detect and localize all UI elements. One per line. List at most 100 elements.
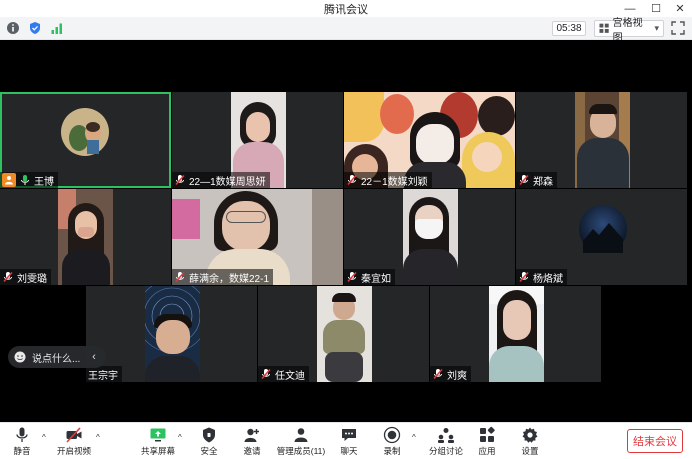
chat-input-pill[interactable]: 说点什么... ‹ [8,346,106,368]
record-button[interactable]: 录制 [372,426,412,458]
participant-name: 任文迪 [275,370,305,382]
participant-tile[interactable]: 秦宜如 [344,189,515,285]
participant-tile[interactable]: 任文迪 [258,286,429,382]
participant-name: 22—1数媒周思妍 [189,176,266,188]
chevron-left-icon[interactable]: ‹ [86,349,102,365]
avatar [579,205,627,253]
bottom-toolbar: 静音 ^ 开启视频 ^ 共享屏幕 ^ 安全 邀请 管理成员(11) 聊天 录制 … [0,422,692,459]
manage-members-label: 管理成员(11) [276,446,326,456]
invite-button[interactable]: 邀请 [232,426,272,458]
video-options-caret[interactable]: ^ [96,433,104,442]
participant-name: 王博 [34,176,54,188]
participant-tile[interactable]: 郑森 [516,92,687,188]
participant-name-bar: 薛满余，数媒22-1 [172,269,274,285]
participant-name-bar: 刘爽 [430,366,471,382]
chat-icon [342,429,356,441]
signal-icon[interactable] [50,21,64,35]
info-icon[interactable] [6,21,20,35]
person-icon [5,176,13,185]
participant-name: 22－1数媒刘颖 [361,176,428,188]
camera-feed [489,286,544,382]
mute-label: 静音 [13,446,31,456]
window-title: 腾讯会议 [324,4,368,16]
record-label: 录制 [383,446,401,456]
microphone-muted-icon [261,369,271,379]
participant-tile[interactable]: 王宗宇 [86,286,257,382]
mute-options-caret[interactable]: ^ [42,433,50,442]
participant-name: 郑森 [533,176,553,188]
gear-icon [522,427,538,443]
microphone-icon [16,427,28,442]
participant-tile[interactable]: 杨烙斌 [516,189,687,285]
participant-name: 杨烙斌 [533,273,563,285]
security-label: 安全 [200,446,218,456]
participant-name-bar: 王宗宇 [86,366,122,382]
record-options-caret[interactable]: ^ [412,433,420,442]
microphone-muted-icon [347,272,357,282]
microphone-icon [21,175,29,185]
camera-feed [58,189,113,285]
title-bar: 腾讯会议 — ☐ ✕ [0,0,692,17]
end-meeting-button[interactable]: 结束会议 [627,429,683,453]
breakout-icon [438,428,454,443]
apps-button[interactable]: 应用 [467,426,507,458]
chevron-down-icon: ▾ [654,23,659,33]
manage-members-button[interactable]: 管理成员(11) [275,426,327,458]
participant-name: 王宗宇 [88,370,118,382]
settings-label: 设置 [521,446,539,456]
breakout-rooms-label: 分组讨论 [428,446,463,456]
emoji-icon[interactable] [14,351,26,363]
close-button[interactable]: ✕ [668,0,692,17]
mute-button[interactable]: 静音 [2,426,42,458]
shield-icon [203,427,215,443]
camera-feed [575,92,630,188]
participant-name: 秦宜如 [361,273,391,285]
participant-tile[interactable]: 22－1数媒刘颖 [344,92,515,188]
apps-label: 应用 [478,446,496,456]
microphone-muted-icon [3,272,13,282]
participant-name-bar: 秦宜如 [344,269,395,285]
camera-feed [317,286,372,382]
participant-tile[interactable]: 刘爽 [430,286,601,382]
microphone-muted-icon [519,175,529,185]
video-grid: 王博 22—1数媒周思妍 22－1数媒刘颖 郑森 刘雯璐 薛满余，数媒22-1 … [0,40,692,422]
view-mode-button[interactable]: 宫格视图 ▾ [594,18,664,44]
share-screen-button[interactable]: 共享屏幕 [138,426,178,458]
members-icon [294,428,308,442]
participant-name-bar: 22—1数媒周思妍 [172,172,270,188]
fullscreen-icon[interactable] [671,21,685,35]
shield-icon[interactable] [28,21,42,35]
apps-icon [480,426,495,442]
video-button[interactable]: 开启视频 [54,426,94,458]
microphone-muted-icon [347,175,357,185]
chat-label: 聊天 [340,446,358,456]
chat-button[interactable]: 聊天 [329,426,369,458]
camera-feed [403,189,458,285]
camera-feed [145,286,200,382]
grid-icon [599,23,609,33]
video-label: 开启视频 [56,446,91,456]
participant-name-bar: 杨烙斌 [516,269,567,285]
settings-button[interactable]: 设置 [510,426,550,458]
participant-name: 薛满余，数媒22-1 [189,273,270,285]
chat-placeholder: 说点什么... [32,353,81,365]
participant-name-bar: 任文迪 [258,366,309,382]
participant-tile[interactable]: 王博 [0,92,171,188]
breakout-rooms-button[interactable]: 分组讨论 [424,426,468,458]
participant-tile[interactable]: 22—1数媒周思妍 [172,92,343,188]
avatar [61,108,109,156]
microphone-muted-icon [519,272,529,282]
participant-name-bar: 22－1数媒刘颖 [344,172,432,188]
participant-tile[interactable]: 薛满余，数媒22-1 [172,189,343,285]
security-button[interactable]: 安全 [189,426,229,458]
participant-name-bar: 刘雯璐 [0,269,51,285]
participant-name-bar: 王博 [0,172,58,188]
view-mode-label: 宫格视图 [612,17,643,44]
invite-label: 邀请 [243,446,261,456]
participant-tile[interactable]: 刘雯璐 [0,189,171,285]
share-screen-icon [150,428,166,442]
microphone-muted-icon [433,369,443,379]
add-user-icon [244,428,259,442]
top-toolbar: 05:38 宫格视图 ▾ [0,17,692,44]
share-options-caret[interactable]: ^ [178,433,186,442]
